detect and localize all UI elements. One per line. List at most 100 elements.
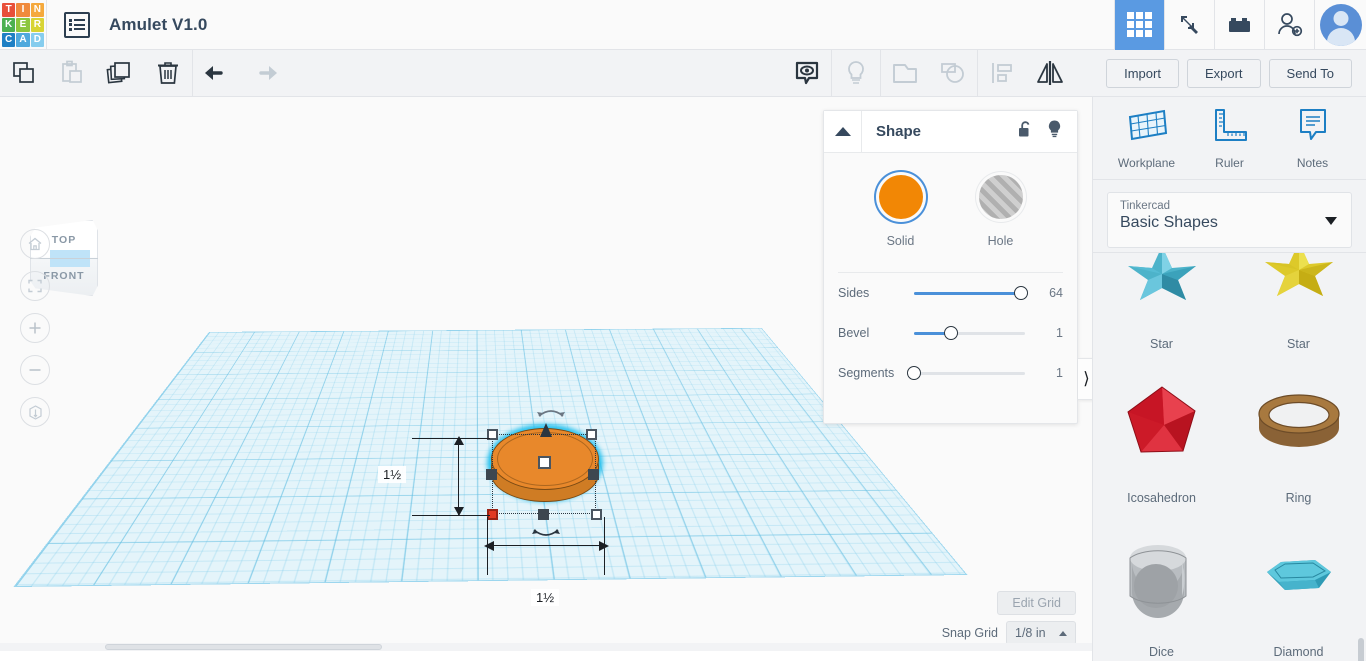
user-avatar[interactable] (1314, 0, 1366, 50)
snap-grid-select[interactable]: 1/8 in (1006, 621, 1076, 645)
sides-slider[interactable] (914, 285, 1028, 300)
shape-diamond[interactable]: Diamond (1230, 513, 1366, 661)
shape-library-dropdown[interactable]: Tinkercad Basic Shapes (1107, 192, 1352, 248)
dim-arrow-down (454, 507, 464, 516)
delete-icon[interactable] (144, 50, 192, 97)
copy-icon[interactable] (0, 50, 48, 97)
mirror-icon[interactable] (1026, 50, 1074, 97)
shape-panel-body: Solid Hole Sides 64 Bevel 1 Segments 1 (824, 153, 1077, 393)
solid-mode-option[interactable]: Solid (878, 175, 923, 248)
dimension-label-depth[interactable]: 1½ (378, 466, 407, 483)
home-view-button[interactable] (20, 229, 50, 259)
shape-star-yellow[interactable]: Star (1230, 253, 1366, 359)
rotate-handle-top[interactable] (536, 405, 566, 423)
logo-cell-t: T (2, 2, 16, 17)
add-user-icon[interactable] (1264, 0, 1314, 50)
logo-cell-e: E (16, 17, 30, 32)
shape-icosahedron[interactable]: Icosahedron (1093, 359, 1230, 513)
hole-swatch (978, 175, 1023, 219)
grid-gallery-icon[interactable] (1114, 0, 1164, 50)
orthographic-toggle-button[interactable] (20, 397, 50, 427)
height-handle-center[interactable] (538, 456, 551, 469)
logo-cell-n: N (30, 2, 44, 17)
zoom-in-button[interactable] (20, 313, 50, 343)
diamond-icon (1266, 560, 1331, 590)
scale-handle-w[interactable] (486, 469, 497, 480)
bevel-slider[interactable] (914, 325, 1025, 340)
fit-view-icon (28, 279, 42, 293)
plus-icon (29, 322, 41, 334)
ruler-tool[interactable]: Ruler (1194, 106, 1266, 170)
pickaxe-icon[interactable] (1164, 0, 1214, 50)
undo-icon[interactable] (193, 50, 241, 97)
segments-value[interactable]: 1 (1025, 366, 1063, 380)
cylinder-shape[interactable] (486, 422, 607, 520)
dim-line-horizontal (488, 545, 604, 547)
lego-brick-icon[interactable] (1214, 0, 1264, 50)
snap-grid-label: Snap Grid (941, 626, 998, 640)
dim-leader-bottom-left (412, 515, 490, 517)
view-marker-icon[interactable] (783, 50, 831, 97)
fit-to-view-button[interactable] (20, 271, 50, 301)
chevron-down-icon (1325, 217, 1337, 225)
group-icon[interactable] (881, 50, 929, 97)
caret-up-icon (1059, 630, 1067, 636)
dim-arrow-up (454, 436, 464, 445)
list-menu-icon[interactable] (64, 11, 90, 38)
hole-mode-option[interactable]: Hole (978, 175, 1023, 248)
caret-up-icon[interactable] (824, 110, 862, 153)
height-arrow-icon[interactable] (540, 423, 552, 437)
shape-gallery[interactable]: Star Star Icosahedron Ring Dice Diamond (1093, 252, 1366, 661)
logo-cell-a: A (16, 32, 30, 47)
shape-ring[interactable]: Ring (1230, 359, 1366, 513)
align-icon[interactable] (978, 50, 1026, 97)
viewport-hscrollbar-thumb[interactable] (105, 644, 382, 650)
lightbulb-icon[interactable] (1046, 119, 1063, 144)
import-button[interactable]: Import (1106, 58, 1179, 88)
sides-slider-knob[interactable] (1013, 285, 1028, 300)
star-3d-icon (1264, 253, 1333, 296)
sides-value[interactable]: 64 (1025, 286, 1063, 300)
rotate-handle-bottom[interactable] (531, 527, 561, 545)
main-toolbar: Import Export Send To (0, 49, 1366, 97)
dimension-label-width[interactable]: 1½ (531, 589, 560, 606)
header-actions (1114, 0, 1366, 50)
tinkercad-logo[interactable]: TINKERCAD (0, 0, 46, 50)
bevel-label: Bevel (838, 326, 870, 340)
ungroup-icon[interactable] (929, 50, 977, 97)
bevel-slider-knob[interactable] (943, 325, 958, 340)
segments-slider-knob[interactable] (907, 365, 921, 380)
export-button[interactable]: Export (1186, 58, 1261, 88)
shape-panel-header: Shape (824, 110, 1077, 153)
lightbulb-icon[interactable] (832, 50, 880, 97)
zoom-out-button[interactable] (20, 355, 50, 385)
bevel-value[interactable]: 1 (1025, 326, 1063, 340)
home-icon (28, 237, 42, 251)
shape-dice[interactable]: Dice (1093, 513, 1230, 661)
duplicate-icon[interactable] (96, 50, 144, 97)
edit-grid-button[interactable]: Edit Grid (997, 591, 1076, 615)
app-header: TINKERCAD Amulet V1.0 (0, 0, 1366, 50)
gallery-scrollbar[interactable] (1358, 638, 1364, 661)
scale-handle-ne[interactable] (586, 429, 597, 440)
scale-handle-e[interactable] (588, 469, 599, 480)
shape-panel-title: Shape (876, 123, 922, 140)
viewport-hscrollbar[interactable] (0, 643, 1092, 651)
scale-handle-s[interactable] (538, 509, 549, 520)
unlock-icon[interactable] (1017, 120, 1034, 144)
notes-tool[interactable]: Notes (1277, 106, 1349, 170)
paste-icon[interactable] (48, 50, 96, 97)
send-to-button[interactable]: Send To (1268, 58, 1352, 88)
segments-slider-row: Segments 1 (824, 353, 1077, 393)
segments-slider[interactable] (907, 365, 1025, 380)
dim-arrow-left (484, 541, 494, 551)
workplane-tool[interactable]: Workplane (1111, 106, 1183, 170)
logo-cell-k: K (2, 17, 16, 32)
workplane-icon (1128, 109, 1167, 141)
redo-icon[interactable] (241, 50, 289, 97)
shape-label: Ring (1285, 491, 1312, 505)
shape-star-teal[interactable]: Star (1093, 253, 1230, 359)
scale-handle-se[interactable] (591, 509, 602, 520)
shape-label: Star (1287, 337, 1310, 351)
notes-tool-label: Notes (1296, 156, 1329, 170)
